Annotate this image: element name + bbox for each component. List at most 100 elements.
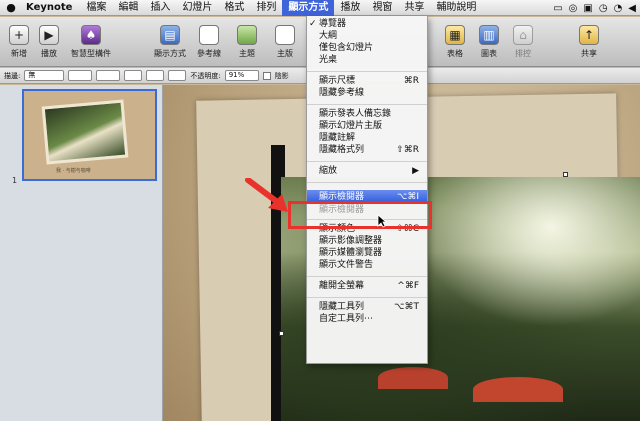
menu-separator [307,297,427,298]
menu-play[interactable]: 播放 [334,0,366,16]
thumbnail-caption: 我 · 与樹与咖啡 [56,168,91,174]
menu-bar: ● Keynote 檔案 編輯 插入 幻燈片 格式 排列 顯示方式 播放 視窗 … [0,0,640,16]
apple-icon[interactable]: ● [0,1,22,14]
master-button[interactable]: 主版 [270,25,300,59]
menu-item-hide-toolbar[interactable]: 隱藏工具列 ⌥⌘T [307,302,427,313]
menu-item-hide-format-bar[interactable]: 隱藏格式列 ⇧⌘R [307,145,427,156]
menu-help[interactable]: 輔助說明 [430,0,482,16]
arrange-icon: ⌂ [513,25,533,45]
stroke-select[interactable]: 無 [24,70,65,81]
magic-hat-icon: ♠ [81,25,101,45]
master-icon [275,25,295,45]
umbrella-shape [378,367,448,389]
menu-separator [307,161,427,162]
slide-thumbnail[interactable]: 我 · 与樹与咖啡 [22,89,157,181]
table-button[interactable]: ▦ 表格 [440,25,470,59]
chart-label: 圖表 [481,49,497,58]
play-button[interactable]: ▶ 播放 [36,25,62,59]
stroke-label: 描邊: [4,71,21,80]
menu-item-navigator[interactable]: 導覽器 [307,19,427,30]
menu-item-outline[interactable]: 大綱 [307,31,427,42]
menu-item-media-browser[interactable]: 顯示媒體瀏覽器 [307,248,427,259]
fill-button[interactable] [168,70,187,81]
view-label: 顯示方式 [154,49,186,58]
menu-item-zoom[interactable]: 縮放 ▶ [307,166,427,177]
menu-item-presenter-notes[interactable]: 顯示發表人備忘錄 [307,109,427,120]
selection-handle-tr[interactable] [563,172,568,177]
table-label: 表格 [447,49,463,58]
view-button[interactable]: ▤ 顯示方式 [150,25,190,59]
view-menu-dropdown: 導覽器 大綱 僅包含幻燈片 光桌 顯示尺標⌘R 隱藏參考線 顯示發表人備忘錄 顯… [306,16,428,364]
slide-number: 1 [12,176,18,185]
slide-navigator: 我 · 与樹与咖啡 1 [0,85,163,421]
menu-arrange[interactable]: 排列 [250,0,282,16]
theme-button[interactable]: 主題 [230,25,264,59]
volume-icon[interactable]: ◀ [628,3,636,14]
menu-separator [307,104,427,105]
menu-separator [307,276,427,277]
battery-icon[interactable]: ▭ [553,3,562,14]
highlight-box [288,201,432,229]
wifi-icon[interactable]: ◔ [614,3,623,14]
menu-item-image-adjust[interactable]: 顯示影像調整器 [307,236,427,247]
menu-file[interactable]: 檔案 [80,0,112,16]
play-label: 播放 [41,49,57,58]
menu-item-hide-guides[interactable]: 隱藏參考線 [307,88,427,99]
smart-build-label: 智慧型構件 [71,49,111,58]
plus-icon: + [9,25,29,45]
share-button[interactable]: ↑ 共享 [574,25,604,59]
guides-label: 參考線 [197,49,221,58]
menu-format[interactable]: 格式 [218,0,250,16]
menu-share[interactable]: 共享 [398,0,430,16]
menu-view[interactable]: 顯示方式 [282,0,335,16]
share-icon: ↑ [579,25,599,45]
theme-label: 主題 [239,49,255,58]
chart-button[interactable]: ▥ 圖表 [474,25,504,59]
menu-window[interactable]: 視窗 [366,0,398,16]
menu-item-light-table[interactable]: 光桌 [307,55,427,66]
mouse-cursor-icon [377,214,387,228]
menu-item-document-warnings[interactable]: 顯示文件警告 [307,260,427,271]
menu-item-show-rulers[interactable]: 顯示尺標 ⌘R [307,76,427,87]
new-slide-button[interactable]: + 新增 [6,25,32,59]
submenu-arrow-icon: ▶ [412,166,419,176]
thumbnail-photo [41,99,129,165]
menu-item-customize-toolbar[interactable]: 自定工具列⋯ [307,314,427,325]
shadow-label: 陰影 [274,71,289,80]
menu-item-exit-fullscreen[interactable]: 離開全螢幕 ^⌘F [307,281,427,292]
theme-icon [237,25,257,45]
align-left-button[interactable] [124,70,143,81]
menu-separator [307,71,427,72]
menu-insert[interactable]: 插入 [144,0,176,16]
guides-button[interactable]: 參考線 [192,25,226,59]
share-label: 共享 [581,49,597,58]
smart-build-button[interactable]: ♠ 智慧型構件 [66,25,116,59]
lock-icon[interactable]: ▣ [583,3,592,14]
opacity-label: 不透明度: [190,71,221,80]
menu-edit[interactable]: 編輯 [112,0,144,16]
align-center-button[interactable] [146,70,165,81]
play-icon: ▶ [39,25,59,45]
master-label: 主版 [277,49,293,58]
table-icon: ▦ [445,25,465,45]
umbrella-shape-2 [473,377,563,402]
selection-handle-ml[interactable] [279,331,284,336]
bar-chart-icon: ▥ [479,25,499,45]
menu-item-slide-masters[interactable]: 顯示幻燈片主版 [307,121,427,132]
arrange-label: 排控 [515,49,531,58]
status-icons: ▭ ◎ ▣ ◷ ◔ ◀ [553,0,636,16]
view-icon: ▤ [160,25,180,45]
app-menu-keynote[interactable]: Keynote [22,2,80,13]
new-slide-label: 新增 [11,49,27,58]
opacity-field[interactable]: 91% [224,70,259,81]
menu-slide[interactable]: 幻燈片 [176,0,218,16]
stroke-color-well[interactable] [96,70,121,81]
stroke-width-field[interactable] [68,70,93,81]
time-machine-icon[interactable]: ◷ [599,3,608,14]
shadow-checkbox[interactable] [262,71,271,80]
arrange-button[interactable]: ⌂ 排控 [508,25,538,59]
menu-item-hide-comments[interactable]: 隱藏註解 [307,133,427,144]
menu-separator [307,182,427,183]
menu-item-slide-only[interactable]: 僅包含幻燈片 [307,43,427,54]
sync-icon[interactable]: ◎ [569,3,578,14]
